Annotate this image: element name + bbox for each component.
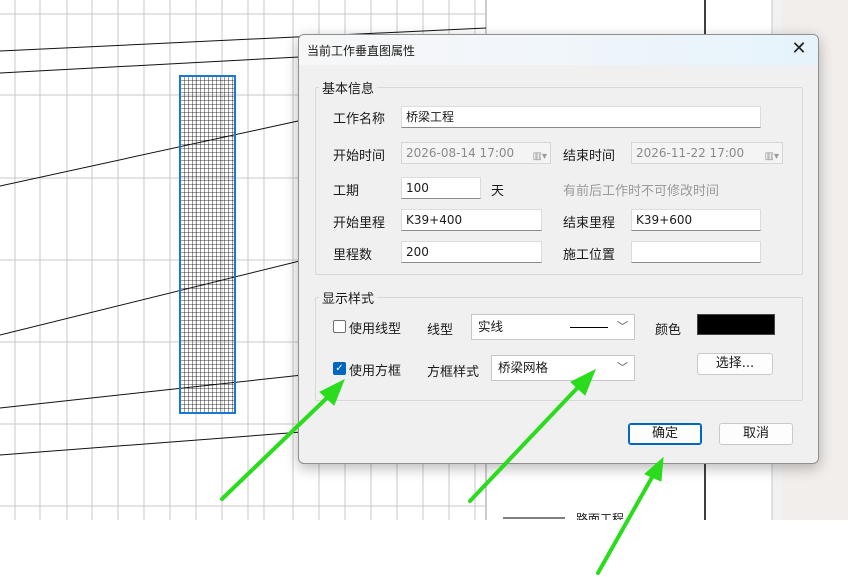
display-style-group: [315, 297, 803, 401]
start-mileage-input[interactable]: K39+400: [401, 209, 542, 231]
close-icon[interactable]: ✕: [788, 38, 810, 60]
use-line-label[interactable]: 使用线型: [349, 318, 401, 337]
legend-road-label: 路面工程: [576, 512, 625, 520]
box-style-select[interactable]: 桥梁网格 ﹀: [491, 355, 635, 381]
chevron-down-icon: ﹀: [617, 320, 628, 333]
duration-input[interactable]: 100: [401, 177, 481, 199]
start-time-picker[interactable]: 2026-08-14 17:00 ▥▾: [401, 142, 551, 164]
use-box-label[interactable]: 使用方框: [349, 360, 401, 379]
color-label: 颜色: [655, 323, 682, 338]
duration-label: 工期: [333, 184, 360, 199]
work-name-input[interactable]: 桥梁工程: [401, 106, 761, 128]
location-label: 施工位置: [563, 248, 616, 263]
dialog-titlebar[interactable]: 当前工作垂直图属性 ✕: [299, 35, 818, 65]
end-time-value: 2026-11-22 17:00: [636, 146, 745, 160]
use-line-checkbox[interactable]: [333, 320, 346, 333]
start-mileage-label: 开始里程: [333, 216, 386, 231]
cancel-button[interactable]: 取消: [719, 423, 793, 445]
line-type-label: 线型: [427, 323, 454, 338]
line-type-value: 实线: [478, 319, 504, 334]
mileage-count-input[interactable]: 200: [401, 241, 542, 263]
use-box-checkbox[interactable]: ✓: [333, 362, 346, 375]
start-time-value: 2026-08-14 17:00: [406, 146, 515, 160]
chevron-down-icon: ﹀: [617, 361, 628, 374]
time-hint: 有前后工作时不可修改时间: [563, 184, 720, 199]
line-preview: [570, 327, 608, 328]
properties-dialog: 当前工作垂直图属性 ✕ 基本信息 工作名称 桥梁工程 开始时间 2026-08-…: [298, 34, 819, 464]
end-time-label: 结束时间: [563, 149, 616, 164]
box-style-value: 桥梁网格: [498, 360, 549, 375]
basic-info-legend: 基本信息: [319, 78, 378, 97]
display-style-legend: 显示样式: [319, 288, 378, 307]
start-time-label: 开始时间: [333, 149, 386, 164]
color-swatch[interactable]: [697, 314, 775, 335]
end-mileage-label: 结束里程: [563, 216, 616, 231]
choose-button[interactable]: 选择...: [697, 353, 773, 375]
calendar-dropdown-icon[interactable]: ▥▾: [765, 147, 779, 163]
end-time-picker[interactable]: 2026-11-22 17:00 ▥▾: [631, 142, 783, 164]
end-mileage-input[interactable]: K39+600: [631, 209, 761, 231]
duration-unit: 天: [491, 184, 505, 199]
line-type-select[interactable]: 实线 ﹀: [471, 314, 635, 340]
work-name-label: 工作名称: [333, 112, 386, 127]
ok-button[interactable]: 确定: [628, 423, 702, 445]
location-input[interactable]: [631, 241, 761, 263]
box-style-label: 方框样式: [427, 365, 480, 380]
dialog-title: 当前工作垂直图属性: [307, 44, 416, 58]
calendar-dropdown-icon[interactable]: ▥▾: [533, 147, 547, 163]
mileage-count-label: 里程数: [333, 248, 373, 263]
